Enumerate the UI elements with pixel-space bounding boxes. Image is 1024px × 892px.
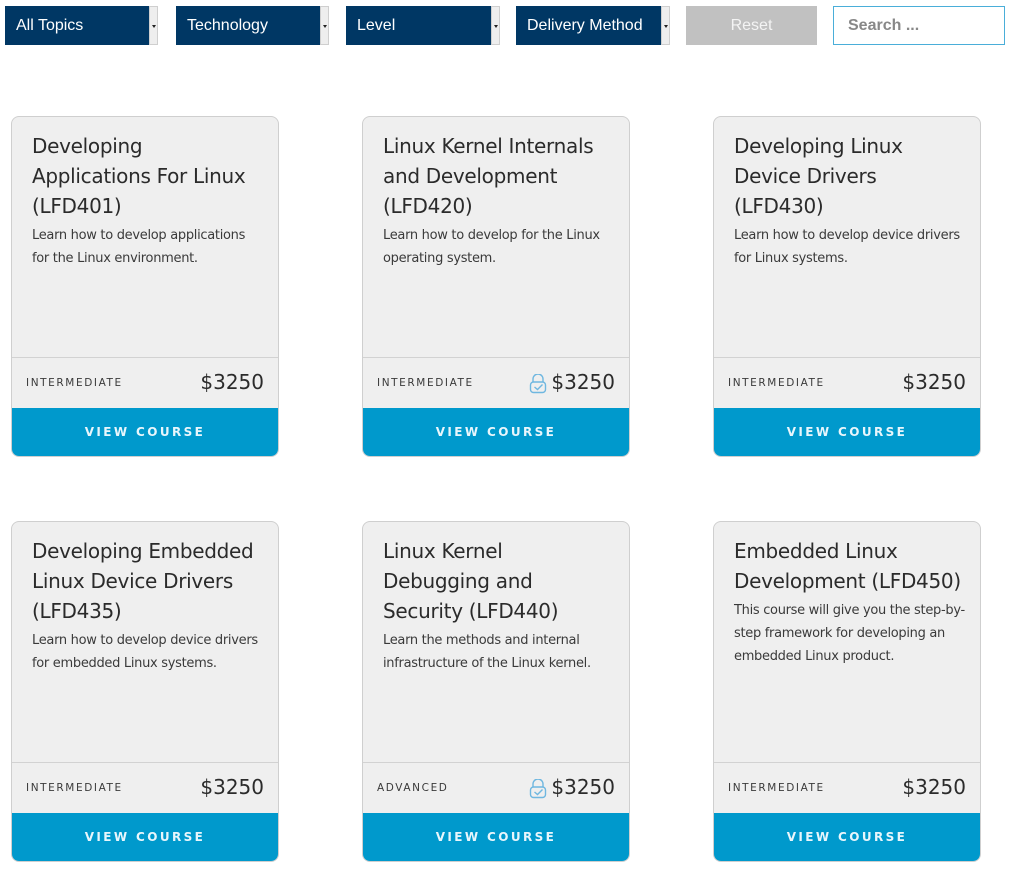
course-level: INTERMEDIATE (728, 377, 825, 389)
lock-check-icon (529, 374, 547, 394)
level-select-value: Level (357, 17, 396, 34)
course-level: INTERMEDIATE (728, 782, 825, 794)
delivery-method-select[interactable]: Delivery Method (516, 6, 670, 45)
course-level: INTERMEDIATE (26, 377, 123, 389)
course-footer: INTERMEDIATE $3250 (12, 357, 278, 409)
course-price: $3250 (200, 775, 264, 799)
view-course-button[interactable]: VIEW COURSE (714, 408, 980, 456)
reset-button[interactable]: Reset (686, 6, 817, 45)
course-title: Linux Kernel Internals and Development (… (383, 134, 594, 218)
course-level: INTERMEDIATE (377, 377, 474, 389)
course-card: Developing Embedded Linux Device Drivers… (11, 521, 279, 862)
course-description: Learn how to develop device drivers for … (32, 633, 258, 671)
course-card: Linux Kernel Debugging and Security (LFD… (362, 521, 630, 862)
course-level: ADVANCED (377, 782, 449, 794)
course-card: Developing Applications For Linux (LFD40… (11, 116, 279, 457)
view-course-button[interactable]: VIEW COURSE (363, 408, 629, 456)
search-input[interactable]: Search ... (833, 6, 1005, 45)
topics-select-value: All Topics (16, 17, 84, 34)
course-description: Learn the methods and internal infrastru… (383, 633, 591, 671)
course-footer: INTERMEDIATE $3250 (714, 357, 980, 409)
course-description: Learn how to develop for the Linux opera… (383, 228, 600, 266)
delivery-method-select-value: Delivery Method (527, 17, 643, 34)
level-select[interactable]: Level (346, 6, 500, 45)
course-card: Developing Linux Device Drivers (LFD430)… (713, 116, 981, 457)
dropdown-arrow-icon[interactable] (491, 6, 500, 45)
view-course-button[interactable]: VIEW COURSE (12, 813, 278, 861)
course-price: $3250 (902, 775, 966, 799)
course-footer: INTERMEDIATE $3250 (714, 762, 980, 814)
topics-select[interactable]: All Topics (5, 6, 158, 45)
course-price: $3250 (200, 370, 264, 394)
course-title: Developing Linux Device Drivers (LFD430) (734, 134, 903, 218)
course-card: Linux Kernel Internals and Development (… (362, 116, 630, 457)
course-description: Learn how to develop applications for th… (32, 228, 246, 266)
course-title: Embedded Linux Development (LFD450) (734, 539, 961, 593)
dropdown-arrow-icon[interactable] (320, 6, 329, 45)
course-price: $3250 (551, 775, 615, 799)
course-description: Learn how to develop device drivers for … (734, 228, 960, 266)
view-course-button[interactable]: VIEW COURSE (363, 813, 629, 861)
course-description: This course will give you the step-by-st… (734, 603, 965, 664)
lock-check-icon (529, 779, 547, 799)
course-footer: INTERMEDIATE $3250 (363, 357, 629, 409)
course-footer: ADVANCED $3250 (363, 762, 629, 814)
course-title: Linux Kernel Debugging and Security (LFD… (383, 539, 559, 623)
course-footer: INTERMEDIATE $3250 (12, 762, 278, 814)
course-card: Embedded Linux Development (LFD450) This… (713, 521, 981, 862)
course-level: INTERMEDIATE (26, 782, 123, 794)
course-price: $3250 (551, 370, 615, 394)
view-course-button[interactable]: VIEW COURSE (12, 408, 278, 456)
course-price: $3250 (902, 370, 966, 394)
course-title: Developing Embedded Linux Device Drivers… (32, 539, 254, 623)
view-course-button[interactable]: VIEW COURSE (714, 813, 980, 861)
dropdown-arrow-icon[interactable] (661, 6, 670, 45)
technology-select-value: Technology (187, 17, 268, 34)
course-title: Developing Applications For Linux (LFD40… (32, 134, 246, 218)
dropdown-arrow-icon[interactable] (149, 6, 158, 45)
filter-bar: All Topics Technology Level Delivery Met… (5, 6, 1015, 45)
technology-select[interactable]: Technology (176, 6, 329, 45)
